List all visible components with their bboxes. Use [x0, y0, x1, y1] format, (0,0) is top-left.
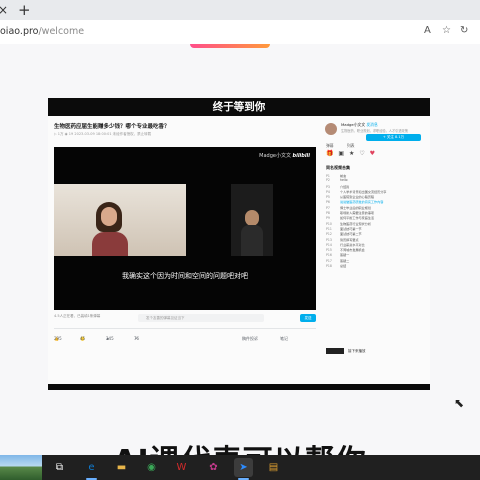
list-item-title: hello — [340, 178, 348, 183]
video-subtitle: 我确实这个因为时间和空间的问题吧对吧 — [122, 272, 248, 280]
divider — [54, 328, 316, 329]
list-item-title: 简历撰写要点 — [340, 237, 359, 242]
slide-footer-bar — [48, 384, 430, 390]
app-flower-icon[interactable]: ✿ — [204, 458, 223, 477]
url-path: /welcome — [38, 26, 85, 37]
list-item-index: P6 — [326, 200, 330, 205]
video-sidebar: Madge小文文 发消息 生物医药，职业规划，求职经验，人才引进政策 + 关注 … — [322, 116, 430, 384]
gift-icon[interactable]: 🎁 — [326, 150, 333, 157]
video-meta: ▷ 1万 ◉ 19 2023-03-09 18:00:01 未经作者授权，禁止转… — [54, 132, 152, 136]
video-title: 生物医药应届生能赚多少钱？哪个专业最吃香？ — [54, 124, 170, 130]
windows-taskbar: ⧉ e ▬ ◉ W ✿ ➤ ▤ — [0, 455, 480, 480]
list-item-index: P12 — [326, 232, 332, 237]
list-item-title: 说说做医药研发的真实工作内容 — [340, 200, 384, 205]
like-count: 295 — [54, 336, 62, 341]
url-text[interactable]: oiao.pro/welcome — [0, 26, 84, 37]
list-item-index: P16 — [326, 253, 332, 258]
favorite-star-icon[interactable]: ☆ — [442, 25, 451, 36]
notes-link[interactable]: 笔记 — [280, 336, 288, 342]
presentation-slide: 终于等到你 生物医药应届生能赚多少钱？哪个专业最吃香？ ▷ 1万 ◉ 19 20… — [48, 98, 430, 390]
list-item-index: P18 — [326, 264, 332, 269]
up-next-thumbnail[interactable] — [326, 348, 344, 354]
mouse-cursor-icon: ⬉ — [454, 396, 465, 410]
file-explorer-icon[interactable]: ▬ — [112, 458, 131, 477]
start-thumbnail-image[interactable] — [0, 455, 42, 480]
send-danmu-button[interactable]: 发送 — [300, 314, 316, 322]
edge-icon[interactable]: e — [82, 458, 101, 480]
task-view-icon[interactable]: ⧉ — [50, 458, 69, 477]
episode-list: 同名视频合集 P1 前言 P2 hello P3 介绍篇 P4 个人学术背景和出国交流经历分享… — [326, 165, 424, 268]
up-next-label: 接下来播放 — [348, 349, 366, 353]
list-item-index: P3 — [326, 184, 330, 189]
sidebar-icon-row: 🎁 ▣ ★ ♡ ♥ — [326, 150, 424, 157]
browser-tab-strip: × + — [0, 0, 480, 20]
url-domain: oiao.pro — [0, 26, 39, 37]
danmu-bar: 4.5人正在看，已装填1条弹幕 发个友善的弹幕见证当下 发送 — [54, 314, 316, 324]
coin-count: 45 — [80, 336, 86, 341]
browser-tab[interactable]: × — [0, 0, 8, 20]
host-person-image — [92, 202, 128, 256]
list-item-index: P13 — [326, 237, 332, 242]
list-item-title: 如何平衡工作与家庭生活 — [340, 216, 375, 221]
player-watermark: Madge小文文 bilibili — [259, 152, 310, 159]
episode-list-title: 同名视频合集 — [326, 165, 350, 170]
favorite-count: 245 — [106, 336, 114, 341]
header-accent-bar — [190, 44, 270, 48]
tab-danmu[interactable]: 弹幕 — [326, 143, 334, 148]
list-item-title: 答疑一 — [340, 253, 350, 258]
video-action-bar: 👍 295 🪙 45 ★ 245 ↗ 76 稿件投诉 笔记 — [54, 336, 316, 348]
list-item[interactable]: P18 总结 — [326, 263, 424, 268]
wps-icon[interactable]: W — [172, 458, 191, 477]
share-count: 76 — [134, 336, 140, 341]
uploader-description: 生物医药，职业规划，求职经验，人才引进政策 — [341, 129, 408, 133]
read-aloud-icon[interactable]: A — [424, 25, 431, 36]
follow-button[interactable]: + 关注 8.1万 — [366, 134, 421, 141]
address-bar[interactable]: oiao.pro/welcome A ☆ ↻ — [0, 20, 480, 45]
video-player[interactable]: Madge小文文 bilibili 我确实这个因为时间和空间的问题吧对吧 — [54, 147, 316, 310]
slide-banner: 终于等到你 — [48, 98, 430, 116]
list-item-title: 介绍篇 — [340, 184, 350, 189]
avatar[interactable] — [325, 123, 337, 135]
heart-outline-icon[interactable]: ♡ — [359, 150, 364, 157]
video-page-screenshot: 生物医药应届生能赚多少钱？哪个专业最吃香？ ▷ 1万 ◉ 19 2023-03-… — [48, 116, 430, 384]
list-item-title: 面试技巧第二节 — [340, 232, 362, 237]
star-icon[interactable]: ★ — [349, 150, 354, 157]
danmu-input[interactable]: 发个友善的弹幕见证当下 — [138, 314, 264, 322]
viewer-count: 4.5人正在看，已装填1条弹幕 — [54, 314, 101, 318]
app-media-icon[interactable]: ▤ — [264, 458, 283, 477]
watermark-author: Madge小文文 — [259, 153, 291, 159]
guest-person-image — [241, 210, 263, 256]
report-link[interactable]: 稿件投诉 — [242, 336, 258, 342]
page-content: 终于等到你 生物医药应届生能赚多少钱？哪个专业最吃香？ ▷ 1万 ◉ 19 20… — [0, 44, 480, 479]
close-tab-icon[interactable]: × — [0, 3, 8, 17]
bilibili-logo: bilibili — [292, 153, 310, 159]
up-next-section: 接下来播放 — [322, 348, 430, 376]
message-link[interactable]: 发消息 — [366, 122, 377, 127]
list-item-index: P9 — [326, 216, 330, 221]
host-camera-feed — [54, 184, 186, 256]
refresh-icon[interactable]: ↻ — [460, 25, 468, 36]
box-icon[interactable]: ▣ — [338, 150, 344, 157]
guest-camera-feed — [231, 184, 273, 256]
tab-list[interactable]: 列表 — [347, 143, 355, 148]
new-tab-button[interactable]: + — [18, 1, 31, 19]
app-arrow-icon[interactable]: ➤ — [234, 458, 253, 480]
sidebar-tabs: 弹幕 列表 — [326, 143, 366, 149]
uploader-name-text: Madge小文文 — [341, 122, 366, 127]
heart-icon[interactable]: ♥ — [370, 150, 375, 157]
list-item-title: 总结 — [340, 264, 347, 269]
list-item-index: P2 — [326, 178, 330, 183]
chrome-icon[interactable]: ◉ — [142, 458, 161, 477]
